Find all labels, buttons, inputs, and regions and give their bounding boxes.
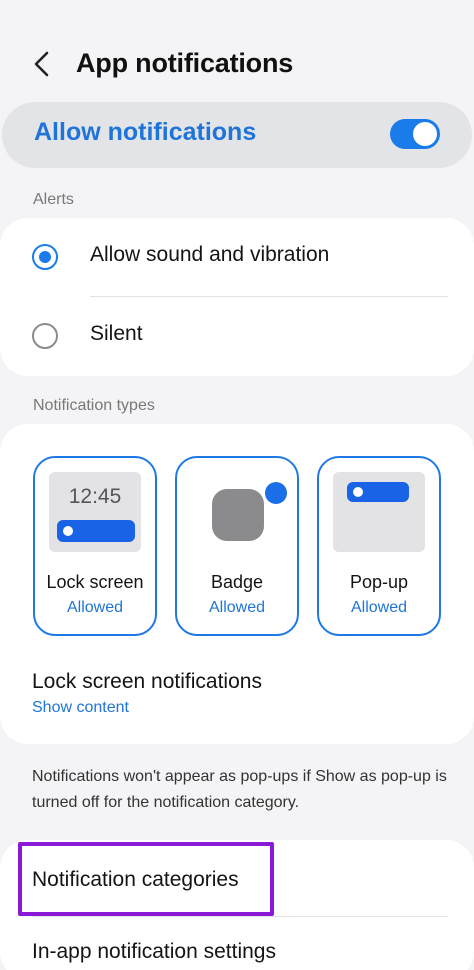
preview-notification-bar — [57, 520, 135, 542]
page-title: App notifications — [76, 48, 294, 78]
lock-screen-notifications-row[interactable]: Lock screen notifications Show content — [32, 670, 262, 717]
allow-notifications-row[interactable]: Allow notifications — [2, 102, 472, 168]
badge-app-square — [212, 489, 264, 541]
badge-preview-icon — [191, 472, 287, 552]
lock-screen-preview-icon: 12:45 — [49, 472, 141, 552]
type-tile-status: Allowed — [208, 599, 266, 616]
setting-value: Show content — [32, 699, 129, 716]
notification-types-section-label: Notification types — [33, 397, 155, 414]
type-tile-label: Lock screen — [46, 572, 144, 592]
type-tile-label: Badge — [210, 572, 264, 592]
in-app-notification-settings-row[interactable]: In-app notification settings — [32, 940, 276, 964]
app-notifications-screen: App notifications Allow notifications Al… — [0, 0, 474, 970]
allow-notifications-toggle[interactable] — [390, 119, 440, 149]
badge-dot — [265, 482, 287, 504]
allow-notifications-label: Allow notifications — [34, 118, 257, 146]
alert-option-silent[interactable]: Silent — [0, 298, 474, 376]
notification-types-card: 12:45 Lock screen Allowed Badge Allowed — [0, 424, 474, 744]
setting-title: Lock screen notifications — [32, 670, 262, 693]
highlight-annotation-box — [18, 842, 274, 916]
preview-dot — [353, 487, 363, 497]
divider — [90, 296, 448, 297]
preview-dot — [63, 526, 73, 536]
alert-option-label: Allow sound and vibration — [90, 243, 330, 266]
alert-option-sound-vibration[interactable]: Allow sound and vibration — [0, 218, 474, 296]
type-tile-label: Pop-up — [349, 572, 409, 592]
type-tile-status: Allowed — [350, 599, 408, 616]
divider — [32, 916, 448, 917]
preview-notification-bar — [347, 482, 409, 502]
popup-preview-icon — [333, 472, 425, 552]
type-tile-status: Allowed — [66, 599, 124, 616]
chevron-left-icon — [34, 51, 49, 77]
top-bar: App notifications — [0, 34, 474, 94]
type-tile-popup[interactable]: Pop-up Allowed — [317, 456, 441, 636]
popup-info-text: Notifications won't appear as pop-ups if… — [32, 768, 447, 811]
radio-selected-icon[interactable] — [32, 244, 58, 270]
alerts-card: Allow sound and vibration Silent — [0, 218, 474, 376]
type-tile-lock-screen[interactable]: 12:45 Lock screen Allowed — [33, 456, 157, 636]
radio-unselected-icon[interactable] — [32, 323, 58, 349]
preview-clock: 12:45 — [68, 485, 122, 508]
alert-option-label: Silent — [90, 322, 143, 345]
type-tile-badge[interactable]: Badge Allowed — [175, 456, 299, 636]
back-button[interactable] — [26, 48, 58, 80]
alerts-section-label: Alerts — [33, 191, 74, 208]
toggle-knob — [413, 122, 437, 146]
